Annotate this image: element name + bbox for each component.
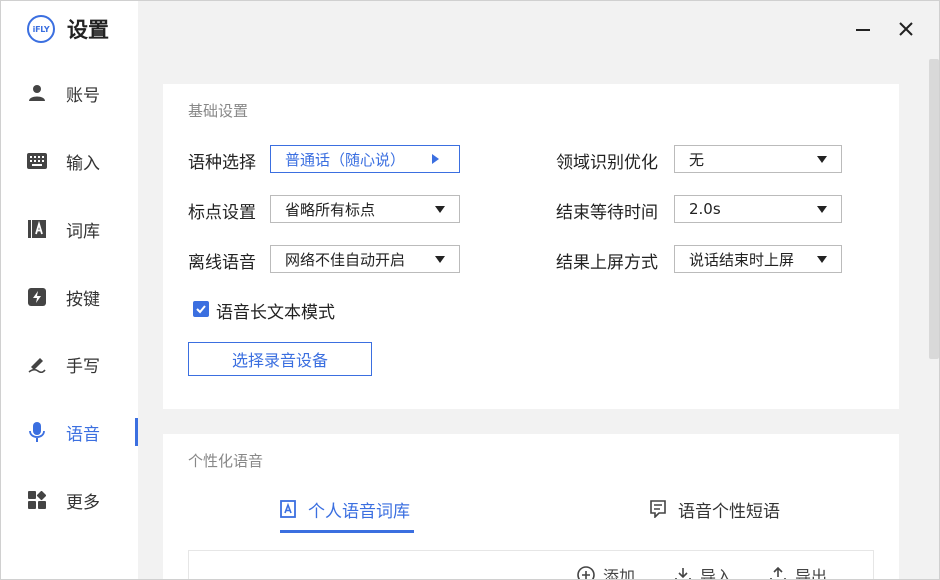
minimize-icon (856, 29, 870, 31)
result-mode-value: 说话结束时上屏 (689, 250, 795, 269)
sidebar-item-label: 更多 (66, 492, 100, 513)
chevron-down-icon (817, 256, 827, 263)
add-button[interactable]: 添加 (577, 563, 636, 580)
personal-voice-card: 个性化语音 个人语音词库 语音个性短语 添加 导入 导出 (163, 434, 899, 580)
language-label: 语种选择 (188, 153, 256, 173)
sidebar-item-label: 词库 (66, 221, 100, 242)
chevron-down-icon (435, 256, 445, 263)
domain-label: 领域识别优化 (556, 153, 658, 173)
sidebar-item-voice[interactable]: 语音 (1, 410, 138, 454)
language-select[interactable]: 普通话（随心说） (270, 145, 460, 173)
close-icon (899, 22, 913, 36)
chevron-down-icon (435, 206, 445, 213)
tab-label: 个人语音词库 (308, 501, 410, 522)
dictionary-list-panel: 添加 导入 导出 (188, 550, 874, 580)
pen-icon (27, 354, 47, 374)
note-icon (650, 500, 666, 518)
personal-voice-title: 个性化语音 (188, 452, 264, 470)
sidebar-item-label: 手写 (66, 356, 100, 377)
sidebar-item-input[interactable]: 输入 (1, 139, 138, 183)
check-icon (196, 305, 206, 314)
import-label: 导入 (700, 567, 733, 580)
sidebar-item-account[interactable]: 账号 (1, 71, 138, 115)
ifly-logo: iFLY (27, 15, 55, 43)
keyboard-icon (27, 151, 47, 171)
scrollbar[interactable] (929, 59, 939, 359)
sidebar-item-label: 账号 (66, 85, 100, 106)
offline-value: 网络不佳自动开启 (285, 250, 406, 269)
sidebar: iFLY 设置 账号 输入 词库 按键 手写 语音 更多 (1, 1, 138, 579)
window-title: 设置 (67, 18, 109, 42)
punctuation-value: 省略所有标点 (285, 200, 376, 219)
add-label: 添加 (603, 567, 636, 580)
plus-circle-icon (577, 566, 595, 579)
sidebar-item-dictionary[interactable]: 词库 (1, 207, 138, 251)
sidebar-item-more[interactable]: 更多 (1, 478, 138, 522)
brand: iFLY 设置 (27, 13, 109, 45)
language-value: 普通话（随心说） (285, 150, 406, 169)
settings-window: iFLY 设置 账号 输入 词库 按键 手写 语音 更多 基础设置 语种选择 普… (0, 0, 940, 580)
import-button[interactable]: 导入 (674, 563, 733, 580)
offline-select[interactable]: 网络不佳自动开启 (270, 245, 460, 273)
play-icon (432, 154, 439, 164)
sidebar-item-handwriting[interactable]: 手写 (1, 342, 138, 386)
tab-label: 语音个性短语 (678, 501, 780, 522)
basic-settings-card: 基础设置 语种选择 普通话（随心说） 标点设置 省略所有标点 离线语音 网络不佳… (163, 84, 899, 409)
wait-time-select[interactable]: 2.0s (674, 195, 842, 223)
tab-voice-phrases[interactable]: 语音个性短语 (650, 489, 784, 529)
export-icon (770, 566, 786, 579)
long-text-label[interactable]: 语音长文本模式 (216, 298, 335, 323)
dictionary-icon (280, 500, 296, 518)
tab-personal-dictionary[interactable]: 个人语音词库 (280, 489, 414, 533)
chevron-down-icon (817, 156, 827, 163)
sidebar-item-label: 按键 (66, 289, 100, 310)
export-button[interactable]: 导出 (769, 563, 828, 580)
punctuation-label: 标点设置 (188, 203, 256, 223)
wait-time-value: 2.0s (689, 200, 721, 218)
microphone-icon (27, 422, 47, 442)
sidebar-item-keys[interactable]: 按键 (1, 275, 138, 319)
basic-settings-title: 基础设置 (188, 102, 249, 120)
key-icon (27, 287, 47, 307)
more-grid-icon (27, 490, 47, 510)
domain-select[interactable]: 无 (674, 145, 842, 173)
offline-label: 离线语音 (188, 253, 256, 273)
sidebar-item-label: 输入 (66, 153, 100, 174)
result-mode-label: 结果上屏方式 (556, 253, 658, 273)
chevron-down-icon (817, 206, 827, 213)
sidebar-item-label: 语音 (66, 424, 100, 445)
export-label: 导出 (795, 567, 828, 580)
long-text-checkbox[interactable] (193, 301, 209, 317)
dictionary-icon (27, 219, 47, 239)
domain-value: 无 (689, 150, 705, 169)
select-recording-device-button[interactable]: 选择录音设备 (188, 342, 372, 376)
minimize-button[interactable] (849, 15, 877, 43)
punctuation-select[interactable]: 省略所有标点 (270, 195, 460, 223)
result-mode-select[interactable]: 说话结束时上屏 (674, 245, 842, 273)
close-button[interactable] (892, 15, 920, 43)
import-icon (675, 568, 691, 579)
user-icon (27, 83, 47, 103)
wait-time-label: 结束等待时间 (556, 203, 658, 223)
